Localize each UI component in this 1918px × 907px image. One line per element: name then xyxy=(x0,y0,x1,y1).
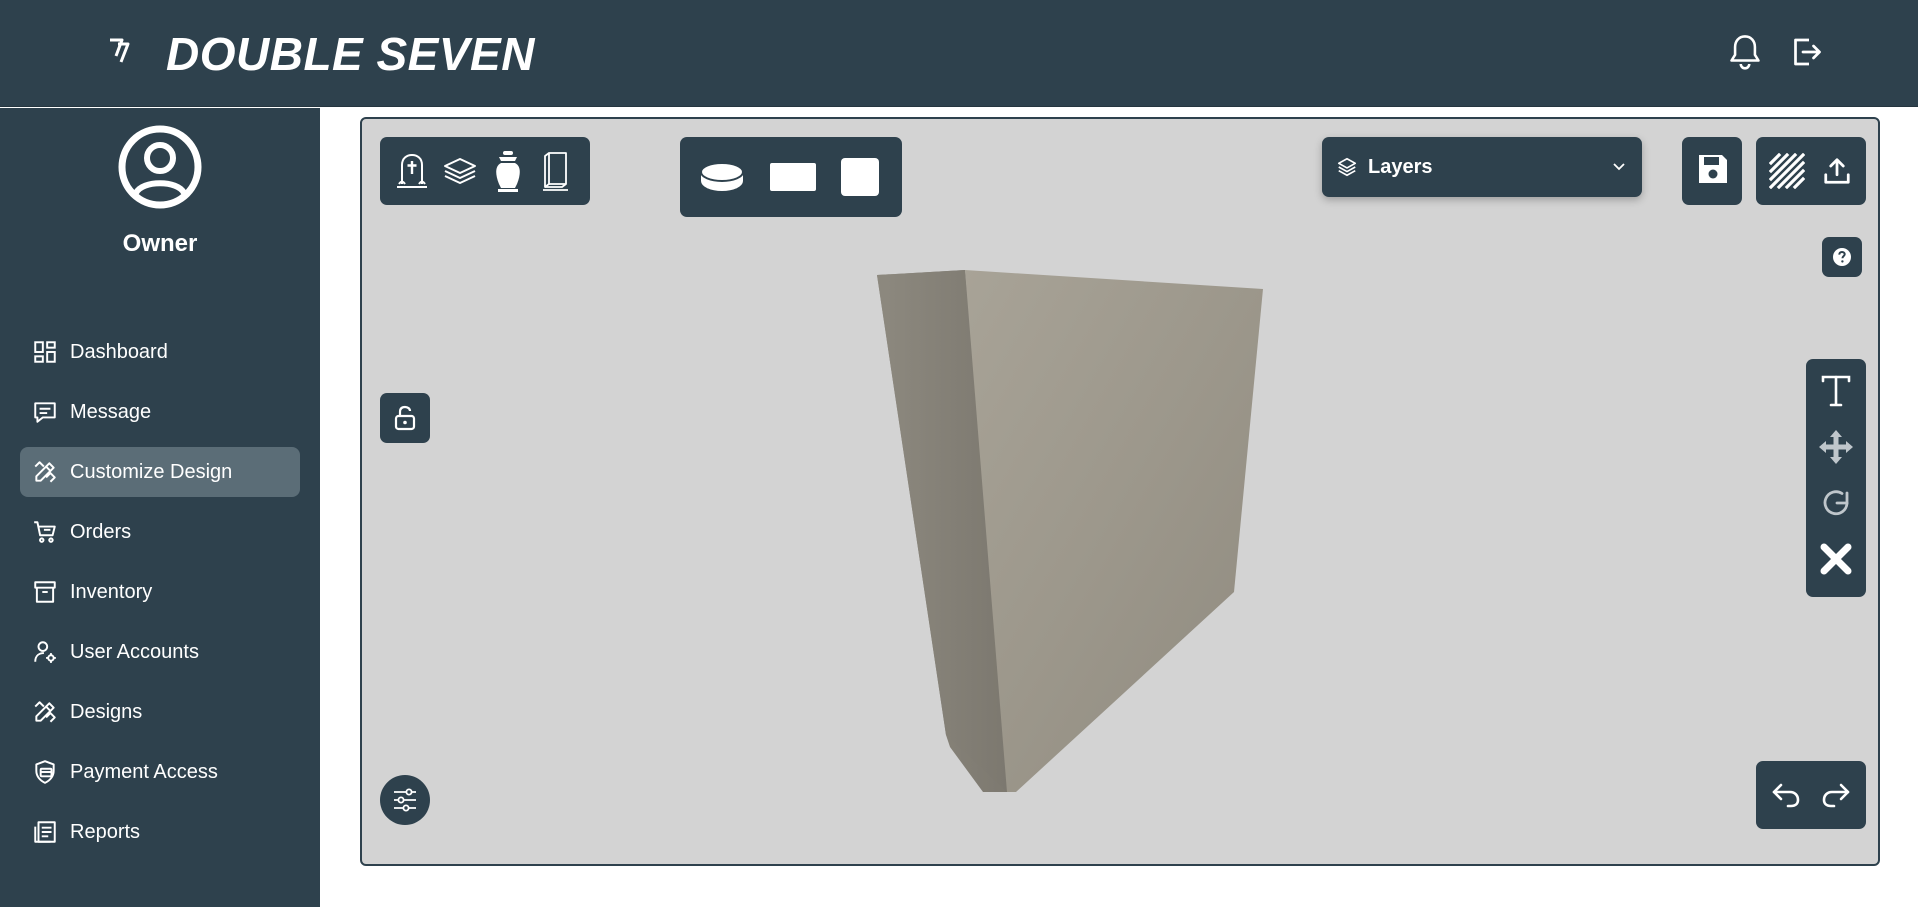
sidebar-item-inventory[interactable]: Inventory xyxy=(20,567,300,617)
sidebar-item-dashboard[interactable]: Dashboard xyxy=(20,327,300,377)
brand-title: DOUBLE SEVEN xyxy=(166,28,535,80)
redo-icon[interactable] xyxy=(1812,769,1860,821)
sidebar-item-designs[interactable]: Designs xyxy=(20,687,300,737)
question-icon xyxy=(1832,247,1852,267)
sidebar-item-label: Dashboard xyxy=(70,340,168,363)
history-toolbar xyxy=(1756,761,1866,829)
layers-icon xyxy=(1336,156,1358,178)
logout-icon[interactable] xyxy=(1786,32,1826,72)
user-role-label: Owner xyxy=(122,230,198,257)
dashboard-icon xyxy=(20,327,70,377)
rectangle-shape-icon[interactable] xyxy=(760,149,826,205)
top-bar: DOUBLE SEVEN xyxy=(0,0,1918,107)
transform-toolbar xyxy=(1806,359,1866,597)
layers-dropdown[interactable]: Layers xyxy=(1322,137,1642,197)
archive-icon xyxy=(20,567,70,617)
layers-label: Layers xyxy=(1368,156,1433,178)
square-shape-icon[interactable] xyxy=(830,149,890,205)
sidebar-item-reports[interactable]: Reports xyxy=(20,807,300,857)
designs-icon xyxy=(20,687,70,737)
help-button[interactable] xyxy=(1822,237,1862,277)
text-tool-icon[interactable] xyxy=(1811,365,1861,417)
save-icon xyxy=(1697,153,1729,185)
reports-icon xyxy=(20,807,70,857)
cylinder-shape-icon[interactable] xyxy=(692,149,752,205)
bell-icon[interactable] xyxy=(1725,32,1765,72)
sidebar-item-label: Orders xyxy=(70,520,132,543)
stone-3d-model[interactable] xyxy=(362,119,1878,864)
chevron-down-icon xyxy=(1612,160,1626,174)
customize-design-icon xyxy=(20,447,70,497)
texture-pattern-icon[interactable] xyxy=(1764,145,1810,197)
rotate-tool-icon[interactable] xyxy=(1811,477,1861,529)
headstone-icon[interactable] xyxy=(388,145,436,197)
settings-sliders-button[interactable] xyxy=(380,775,430,825)
sidebar-item-label: Designs xyxy=(70,700,143,723)
base-shape-toolbar xyxy=(680,137,902,217)
user-avatar-icon[interactable] xyxy=(117,124,203,210)
lock-toggle-button[interactable] xyxy=(380,393,430,443)
cart-icon xyxy=(20,507,70,557)
sidebar-item-label: Payment Access xyxy=(70,760,218,783)
unlock-icon xyxy=(394,405,416,431)
sidebar-item-label: Reports xyxy=(70,820,141,843)
sidebar-item-label: Message xyxy=(70,400,152,423)
undo-icon[interactable] xyxy=(1762,769,1810,821)
save-button[interactable] xyxy=(1682,137,1742,205)
product-type-toolbar xyxy=(380,137,590,205)
move-tool-icon[interactable] xyxy=(1811,421,1861,473)
message-icon xyxy=(20,387,70,437)
logo-icon xyxy=(108,36,132,66)
sidebar-item-customize-design[interactable]: Customize Design xyxy=(20,447,300,497)
delete-icon[interactable] xyxy=(1811,533,1861,585)
sidebar-item-payment-access[interactable]: Payment Access xyxy=(20,747,300,797)
sidebar-item-label: User Accounts xyxy=(70,640,199,663)
shield-payment-icon xyxy=(20,747,70,797)
design-canvas[interactable]: Layers xyxy=(360,117,1880,866)
texture-export-toolbar xyxy=(1756,137,1866,205)
user-settings-icon xyxy=(20,627,70,677)
layers-stack-icon[interactable] xyxy=(436,145,484,197)
upload-icon[interactable] xyxy=(1814,145,1860,197)
urn-icon[interactable] xyxy=(484,145,532,197)
sidebar-item-message[interactable]: Message xyxy=(20,387,300,437)
sliders-icon xyxy=(392,787,418,813)
book-plaque-icon[interactable] xyxy=(532,145,580,197)
sidebar-item-user-accounts[interactable]: User Accounts xyxy=(20,627,300,677)
sidebar: Owner Dashboard Message Customize Design… xyxy=(0,108,320,907)
sidebar-item-label: Inventory xyxy=(70,580,153,603)
sidebar-item-label: Customize Design xyxy=(70,460,233,483)
sidebar-item-orders[interactable]: Orders xyxy=(20,507,300,557)
